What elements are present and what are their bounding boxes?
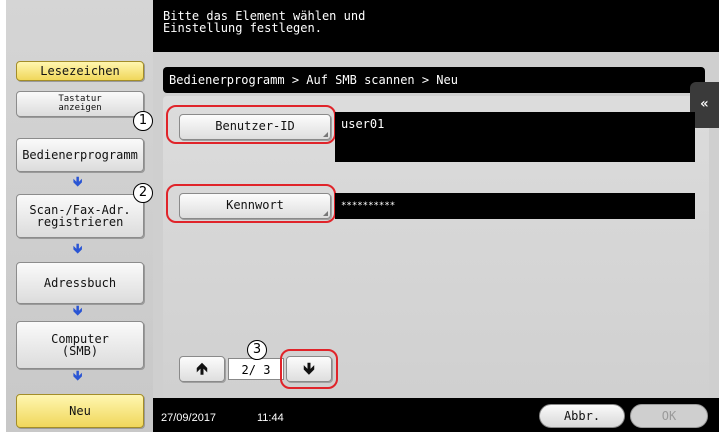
highlight-step-2 [166,184,336,223]
step-3-badge: 3 [247,340,267,360]
sidebar-item-bedienerprogramm[interactable]: Bedienerprogramm [16,138,144,172]
highlight-step-1 [166,105,336,144]
cancel-button[interactable]: Abbr. [539,404,625,428]
sidebar: Lesezeichen Tastatur anzeigen Bedienerpr… [6,0,153,432]
bookmark-button[interactable]: Lesezeichen [16,61,144,81]
password-field[interactable]: ********** [335,193,695,219]
page-indicator: 2/ 3 [228,358,284,380]
sidebar-item-scan-fax-adr[interactable]: Scan-/Fax-Adr. registrieren [16,194,144,238]
instruction-text: Bitte das Element wählen und Einstellung… [153,0,719,52]
screen: Lesezeichen Tastatur anzeigen Bedienerpr… [0,0,719,432]
arrow-up-icon: 🡹 [196,359,208,378]
page-up-button[interactable]: 🡹 [179,356,225,382]
show-keyboard-button[interactable]: Tastatur anzeigen [16,91,144,117]
breadcrumb: Bedienerprogramm > Auf SMB scannen > Neu [163,67,705,93]
sidebar-item-neu[interactable]: Neu [16,394,144,428]
ok-button[interactable]: OK [630,404,708,428]
date-text: 27/09/2017 [161,412,217,424]
time-text: 11:44 [257,412,284,424]
step-2-badge: 2 [133,183,153,203]
sidebar-item-computer-smb[interactable]: Computer (SMB) [16,321,144,369]
highlight-step-3 [280,349,338,389]
user-id-field[interactable]: user01 [335,112,695,162]
main-panel: Bedienerprogramm > Auf SMB scannen > Neu [153,52,719,398]
status-bar: 27/09/2017 11:44 Abbr. OK [153,398,719,432]
sidebar-item-adressbuch[interactable]: Adressbuch [16,262,144,304]
step-1-badge: 1 [133,111,153,131]
